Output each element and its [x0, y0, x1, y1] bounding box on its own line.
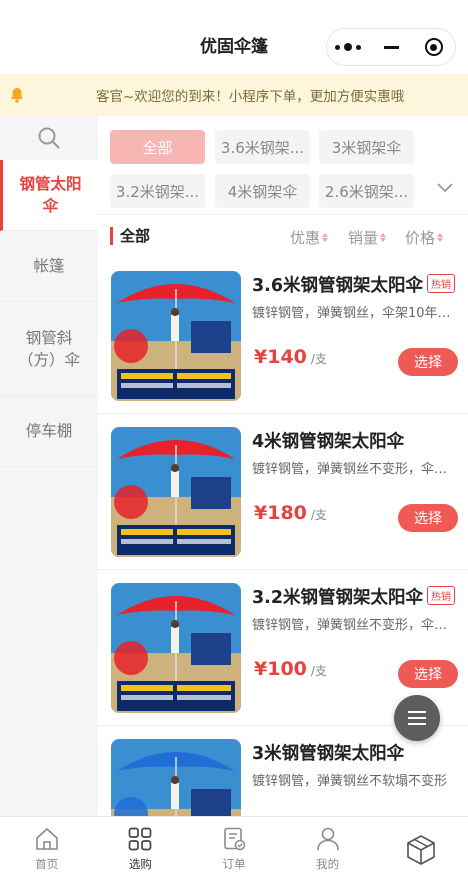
select-button[interactable]: 选择: [398, 660, 458, 688]
tab-bar: 首页 选购 订单 我的: [0, 816, 468, 882]
tag-3-2m[interactable]: 3.2米钢架...: [110, 174, 205, 208]
nav-bar: 优固伞篷: [0, 0, 468, 74]
tab-box[interactable]: [374, 817, 468, 882]
sort-discount[interactable]: 优惠: [290, 227, 329, 248]
sort-sales[interactable]: 销量: [348, 227, 387, 248]
sort-sales-label: 销量: [348, 229, 379, 247]
bell-icon: [11, 88, 23, 103]
tag-all[interactable]: 全部: [110, 130, 205, 164]
product-price: ¥100/支: [254, 658, 327, 680]
sidebar-search-button[interactable]: [0, 116, 98, 160]
sort-discount-label: 优惠: [290, 229, 321, 247]
product-name: 4米钢管钢架太阳伞: [252, 432, 405, 452]
box-icon: [407, 835, 435, 865]
minus-icon: [383, 45, 399, 49]
sort-arrows-icon: [380, 233, 387, 242]
tab-shop[interactable]: 选购: [94, 817, 188, 882]
menu-line: [408, 711, 426, 713]
user-icon: [316, 827, 339, 851]
target-icon: [424, 38, 443, 56]
sort-arrows-icon: [437, 233, 444, 242]
tab-shop-label: 选购: [128, 857, 152, 871]
current-filter-label: 全部: [110, 227, 150, 245]
product-desc: 镀锌钢管，弹簧钢丝不软塌不变形: [252, 774, 448, 789]
select-button[interactable]: 选择: [398, 348, 458, 376]
order-icon: [224, 827, 246, 851]
product-desc: 镀锌钢管，弹簧钢丝不变形，伞架耐用: [252, 462, 457, 477]
hot-badge: 热销: [427, 586, 456, 605]
hot-badge: 热销: [427, 274, 456, 293]
tag-3m[interactable]: 3米钢架伞: [319, 130, 414, 164]
tag-4m[interactable]: 4米钢架伞: [215, 174, 310, 208]
product-price: ¥140/支: [254, 346, 327, 368]
product-image[interactable]: [111, 739, 241, 816]
menu-line: [408, 717, 426, 719]
sidebar-item-carport[interactable]: 停车棚: [0, 396, 98, 467]
more-dots-icon: [335, 43, 362, 51]
sort-arrows-icon: [322, 233, 329, 242]
tab-orders[interactable]: 订单: [187, 817, 281, 882]
category-sidebar: 钢管太阳伞 帐篷 钢管斜（方）伞 停车棚: [0, 116, 98, 816]
more-button[interactable]: [327, 29, 370, 65]
tab-home-label: 首页: [35, 857, 59, 871]
tab-home[interactable]: 首页: [0, 817, 94, 882]
tab-orders-label: 订单: [222, 857, 246, 871]
product-image[interactable]: [111, 271, 241, 401]
miniprogram-capsule: [326, 28, 456, 66]
tag-3-6m[interactable]: 3.6米钢架...: [215, 130, 310, 164]
grid-icon: [129, 827, 152, 851]
product-price: ¥180/支: [254, 502, 327, 524]
sidebar-item-steel-umbrella[interactable]: 钢管太阳伞: [0, 160, 98, 231]
product-name: 3.6米钢管钢架太阳伞 热销: [252, 272, 456, 297]
product-desc: 镀锌钢管，弹簧钢丝不变形，伞架耐用: [252, 618, 457, 633]
search-icon: [38, 127, 60, 149]
select-button[interactable]: 选择: [398, 504, 458, 532]
close-button[interactable]: [412, 29, 455, 65]
product-image[interactable]: [111, 583, 241, 713]
product-name: 3米钢管钢架太阳伞: [252, 744, 405, 764]
sidebar-item-slant-umbrella[interactable]: 钢管斜（方）伞: [0, 302, 98, 396]
product-card[interactable]: 4米钢管钢架太阳伞 镀锌钢管，弹簧钢丝不变形，伞架耐用 ¥180/支 选择: [98, 414, 468, 570]
product-panel: 全部 3.6米钢架... 3米钢架伞 3.2米钢架... 4米钢架伞 2.6米钢…: [98, 116, 468, 816]
sort-bar: 全部 优惠 销量 价格: [98, 214, 468, 258]
product-name: 3.2米钢管钢架太阳伞 热销: [252, 584, 456, 609]
sort-price-label: 价格: [405, 229, 436, 247]
notice-text: 客官~欢迎您的到来！小程序下单，更加方便实惠哦: [96, 89, 405, 105]
sidebar-item-tent[interactable]: 帐篷: [0, 231, 98, 302]
product-card[interactable]: 3.6米钢管钢架太阳伞 热销 镀锌钢管，弹簧钢丝，伞架10年不坏 ¥140/支 选…: [98, 258, 468, 414]
floating-menu-button[interactable]: [394, 695, 440, 741]
menu-line: [408, 723, 426, 725]
tag-2-6m[interactable]: 2.6米钢架...: [319, 174, 414, 208]
chevron-down-icon[interactable]: [436, 182, 454, 194]
product-desc: 镀锌钢管，弹簧钢丝，伞架10年不坏: [252, 306, 457, 321]
tab-mine-label: 我的: [316, 857, 340, 871]
product-image[interactable]: [111, 427, 241, 557]
sort-price[interactable]: 价格: [405, 227, 444, 248]
notice-bar: 客官~欢迎您的到来！小程序下单，更加方便实惠哦: [0, 74, 468, 116]
home-icon: [35, 828, 58, 850]
minimize-button[interactable]: [370, 29, 413, 65]
tab-mine[interactable]: 我的: [281, 817, 375, 882]
